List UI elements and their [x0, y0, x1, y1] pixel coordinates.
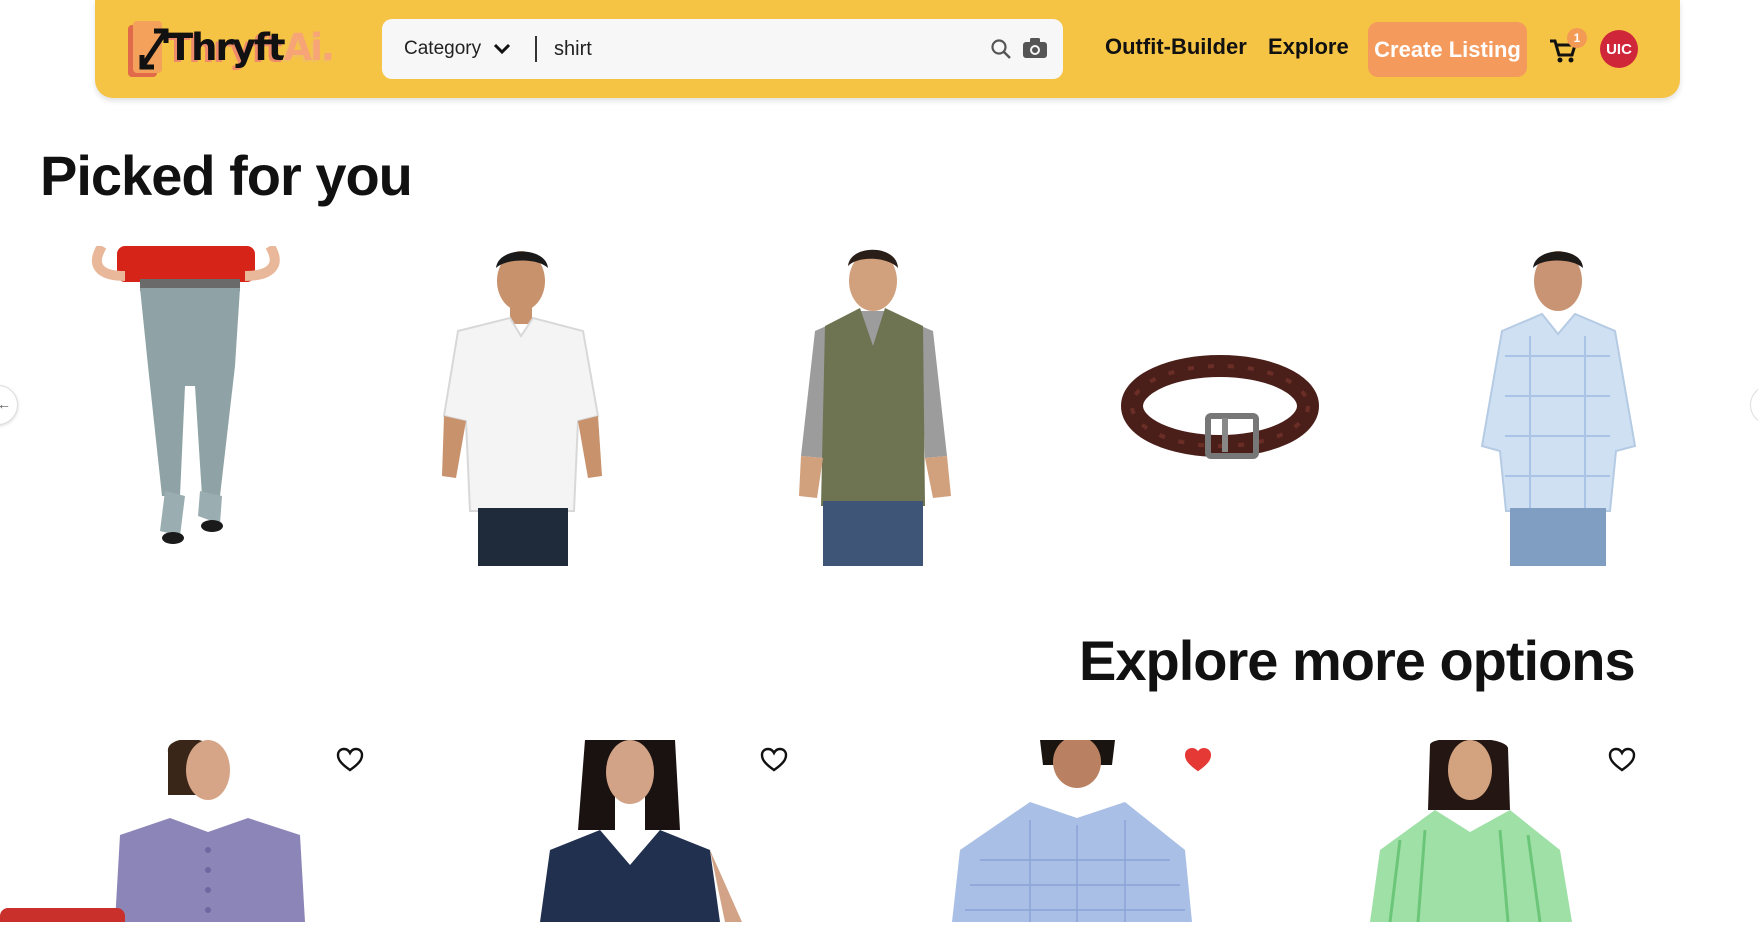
explore-more-title: Explore more options	[1079, 629, 1636, 692]
picked-for-you-title: Picked for you	[40, 144, 413, 207]
cart-button[interactable]: 1	[1549, 28, 1589, 70]
explore-item-navy-top[interactable]	[480, 740, 780, 922]
category-dropdown[interactable]: Category	[404, 19, 511, 79]
jeans-woman-image	[92, 246, 280, 544]
logo-text: ThryftAi.	[167, 25, 335, 69]
nav-outfit-builder[interactable]: Outfit-Builder	[1105, 34, 1247, 60]
navy-top-woman-image	[540, 740, 742, 922]
picked-item-belt[interactable]	[1070, 246, 1370, 566]
camera-icon[interactable]	[1022, 37, 1048, 59]
floating-red-tab[interactable]	[0, 908, 125, 922]
cart-count-badge: 1	[1567, 28, 1587, 48]
blue-shirt-man-image	[952, 736, 1192, 922]
white-shirt-man-image	[442, 251, 602, 566]
chevron-down-icon	[494, 43, 511, 55]
top-navbar: ThryftAi. Category Outfit-Builder Explor…	[95, 0, 1680, 98]
nav-explore[interactable]: Explore	[1268, 34, 1349, 60]
search-icon[interactable]	[990, 38, 1012, 60]
explore-item-purple-blouse[interactable]	[60, 738, 360, 922]
search-bar: Category	[382, 19, 1063, 79]
thryft-logo[interactable]: ThryftAi.	[133, 18, 335, 76]
explore-item-green-shirt[interactable]	[1350, 737, 1650, 923]
arrow-left-icon: ←	[0, 396, 11, 412]
carousel-prev-button[interactable]: ←	[0, 385, 18, 425]
logo-arrows-icon	[133, 21, 169, 73]
favorite-heart-icon[interactable]	[1608, 747, 1636, 773]
green-stripe-shirt-woman-image	[1370, 737, 1572, 923]
olive-vest-man-image	[799, 249, 951, 566]
favorite-heart-icon[interactable]	[760, 747, 788, 773]
search-divider	[535, 36, 537, 62]
carousel-next-button[interactable]	[1750, 385, 1758, 425]
blue-check-shirt-man-image	[1480, 251, 1637, 566]
user-avatar[interactable]: UIC	[1600, 30, 1638, 68]
favorite-heart-icon[interactable]	[336, 747, 364, 773]
purple-blouse-woman-image	[115, 738, 305, 922]
category-label: Category	[404, 38, 482, 59]
picked-item-jeans[interactable]	[30, 246, 330, 566]
picked-item-olive-vest[interactable]	[725, 246, 1025, 566]
picked-item-white-shirt[interactable]	[378, 246, 678, 566]
favorite-heart-filled-icon[interactable]	[1184, 747, 1212, 773]
brown-belt-image	[1121, 355, 1319, 459]
search-input[interactable]	[552, 29, 952, 69]
picked-item-blue-check-shirt[interactable]	[1410, 246, 1710, 566]
explore-item-blue-shirt[interactable]	[920, 736, 1220, 922]
create-listing-button[interactable]: Create Listing	[1368, 22, 1527, 77]
